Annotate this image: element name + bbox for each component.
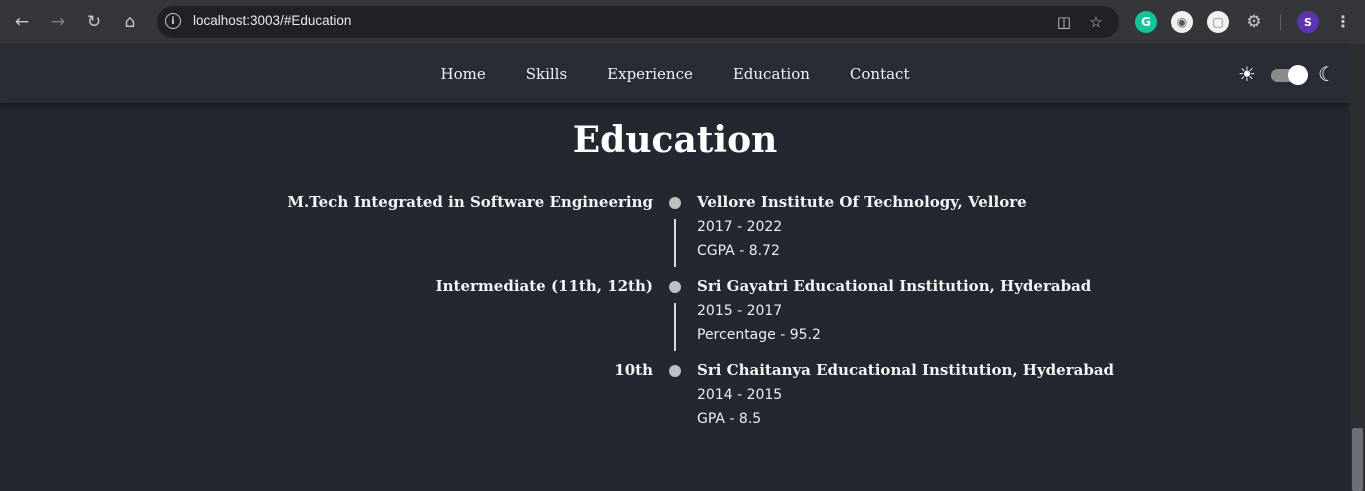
nav-experience[interactable]: Experience [607,64,693,84]
grammarly-extension-icon[interactable]: G [1135,11,1157,33]
timeline-dot [669,197,681,209]
scrollbar-track[interactable] [1350,45,1365,491]
site-header: Home Skills Experience Education Contact… [0,45,1350,103]
timeline-entry: 10th Sri Chaitanya Educational Instituti… [0,360,1350,444]
institution-name: Sri Chaitanya Educational Institution, H… [697,361,1115,379]
score-text: GPA - 8.5 [697,411,762,427]
section-title: Education [572,119,778,161]
score-text: CGPA - 8.72 [697,243,780,259]
years-text: 2015 - 2017 [697,303,783,319]
extension-icon[interactable]: ◉ [1171,11,1193,33]
institution-name: Sri Gayatri Educational Institution, Hyd… [697,277,1092,295]
timeline-dot [669,365,681,377]
star-icon[interactable]: ☆ [1086,12,1106,32]
forward-icon[interactable]: → [46,10,70,34]
main-nav: Home Skills Experience Education Contact [0,64,1350,84]
extensions-puzzle-icon[interactable]: ⚙ [1242,10,1266,34]
theme-toggle-knob[interactable] [1288,65,1308,85]
back-icon[interactable]: ← [10,10,34,34]
kebab-menu-icon[interactable]: ⋮ [1335,11,1351,33]
browser-toolbar: ← → ↻ ⌂ i localhost:3003/#Education ◫ ☆ … [0,0,1365,45]
years-text: 2014 - 2015 [697,387,783,403]
nav-skills[interactable]: Skills [526,64,567,84]
toolbar-divider [1280,14,1281,30]
address-bar[interactable]: i localhost:3003/#Education ◫ ☆ [157,6,1119,38]
nav-contact[interactable]: Contact [850,64,910,84]
profile-avatar[interactable]: S [1297,11,1319,33]
years-text: 2017 - 2022 [697,219,783,235]
institution-name: Vellore Institute Of Technology, Vellore [697,193,1027,211]
moon-icon[interactable]: ☾ [1316,63,1338,85]
timeline-entry: Intermediate (11th, 12th) Sri Gayatri Ed… [0,276,1350,360]
degree-label: M.Tech Integrated in Software Engineerin… [287,193,653,211]
nav-education[interactable]: Education [733,64,810,84]
reload-icon[interactable]: ↻ [82,10,106,34]
timeline-connector [674,303,676,351]
timeline-connector [674,219,676,267]
site-info-icon[interactable]: i [165,13,181,29]
timeline-entry: M.Tech Integrated in Software Engineerin… [0,192,1350,276]
extension-icon-2[interactable]: ▢ [1207,11,1229,33]
nav-home[interactable]: Home [440,64,485,84]
degree-label: Intermediate (11th, 12th) [435,277,653,295]
sun-icon[interactable]: ☀ [1236,63,1258,85]
home-icon[interactable]: ⌂ [118,10,142,34]
install-app-icon[interactable]: ◫ [1054,12,1074,32]
timeline-dot [669,281,681,293]
score-text: Percentage - 95.2 [697,327,821,343]
url-text[interactable]: localhost:3003/#Education [193,13,351,28]
degree-label: 10th [614,361,653,379]
scrollbar-thumb[interactable] [1352,428,1363,491]
